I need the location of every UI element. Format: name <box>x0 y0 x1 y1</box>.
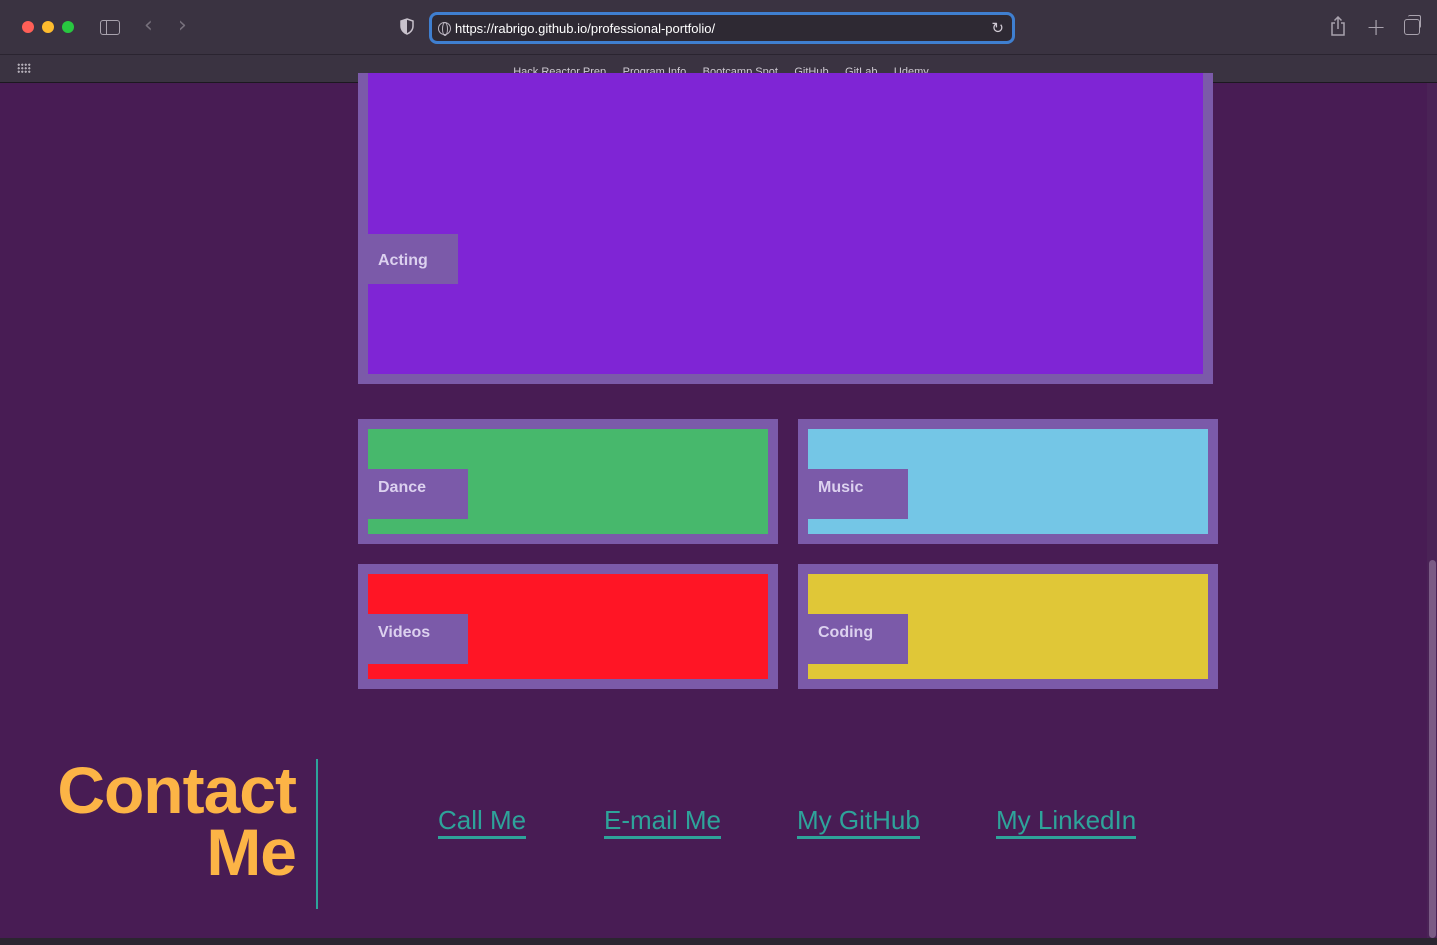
window-bottom-edge <box>0 938 1437 945</box>
zoom-icon[interactable] <box>62 21 74 33</box>
linkedin-link[interactable]: My LinkedIn <box>996 805 1137 839</box>
privacy-shield-icon[interactable] <box>400 18 414 35</box>
email-me-link[interactable]: E-mail Me <box>604 805 722 839</box>
contact-heading-line: Contact <box>57 753 297 827</box>
back-icon[interactable]: ‹ <box>144 13 153 38</box>
project-card-dance[interactable]: Dance <box>358 419 778 544</box>
contact-divider <box>316 759 318 909</box>
project-image: Music <box>808 429 1208 534</box>
project-image <box>368 73 1203 374</box>
project-image: Coding <box>808 574 1208 679</box>
project-label: Videos <box>368 614 468 664</box>
project-card-acting[interactable]: Acting <box>358 73 1213 384</box>
address-bar[interactable]: https://rabrigo.github.io/professional-p… <box>429 12 1015 44</box>
reload-icon[interactable]: ↻ <box>991 19 1004 37</box>
project-label: Music <box>808 469 908 519</box>
call-me-link[interactable]: Call Me <box>438 805 527 839</box>
sidebar-icon[interactable] <box>100 20 120 35</box>
project-image: Dance <box>368 429 768 534</box>
project-label: Coding <box>808 614 908 664</box>
project-card-music[interactable]: Music <box>798 419 1218 544</box>
project-card-videos[interactable]: Videos <box>358 564 778 689</box>
project-label: Acting <box>358 234 458 284</box>
contact-heading-line: Me <box>206 815 297 889</box>
tab-overview-icon[interactable] <box>1404 15 1421 35</box>
minimize-icon[interactable] <box>42 21 54 33</box>
browser-window: ‹ › https://rabrigo.github.io/profession… <box>0 0 1437 945</box>
contact-heading: Contact Me <box>30 753 297 889</box>
close-icon[interactable] <box>22 21 34 33</box>
new-tab-icon[interactable]: + <box>1366 13 1386 41</box>
globe-icon <box>438 22 451 36</box>
project-image: Videos <box>368 574 768 679</box>
project-card-coding[interactable]: Coding <box>798 564 1218 689</box>
url-text[interactable]: https://rabrigo.github.io/professional-p… <box>455 21 715 36</box>
scrollbar-thumb[interactable] <box>1429 560 1436 938</box>
project-label: Dance <box>368 469 468 519</box>
page-content: Acting Dance Music Videos Coding Contact… <box>0 73 1427 938</box>
browser-toolbar: ‹ › https://rabrigo.github.io/profession… <box>0 0 1437 55</box>
github-link[interactable]: My GitHub <box>797 805 920 839</box>
share-icon[interactable] <box>1330 16 1346 36</box>
forward-icon[interactable]: › <box>178 13 187 38</box>
